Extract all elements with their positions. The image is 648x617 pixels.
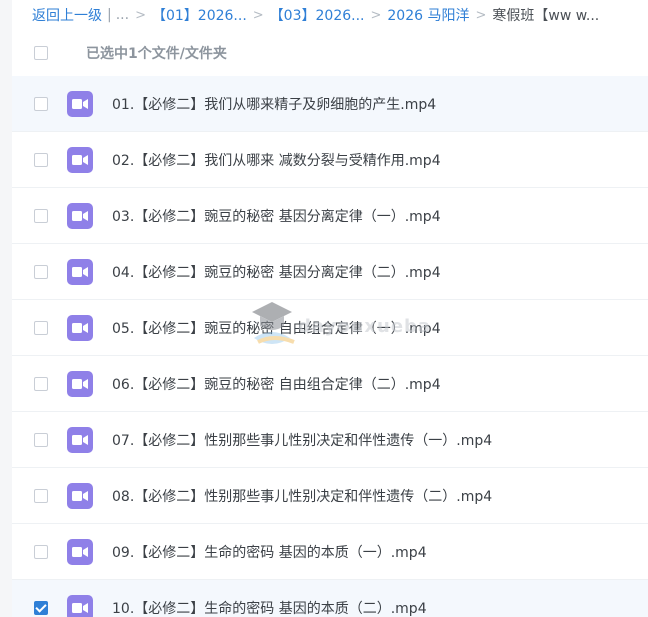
file-checkbox[interactable] xyxy=(34,488,48,503)
file-row[interactable]: 09.【必修二】生命的密码 基因的本质（一）.mp4 xyxy=(12,524,648,580)
back-link[interactable]: 返回上一级 xyxy=(32,5,102,25)
video-file-icon xyxy=(67,146,93,173)
file-checkbox[interactable] xyxy=(34,152,48,167)
file-name[interactable]: 06.【必修二】豌豆的秘密 自由组合定律（二）.mp4 xyxy=(112,374,441,394)
breadcrumb-current: 寒假班【ww w... xyxy=(492,8,600,24)
file-checkbox[interactable] xyxy=(34,432,48,447)
breadcrumb-bar: | xyxy=(107,7,112,23)
file-row[interactable]: 04.【必修二】豌豆的秘密 基因分离定律（二）.mp4 xyxy=(12,244,648,300)
file-name[interactable]: 10.【必修二】生命的密码 基因的本质（二）.mp4 xyxy=(112,598,427,617)
selection-bar: 已选中1个文件/文件夹 xyxy=(12,30,648,77)
file-checkbox[interactable] xyxy=(34,208,48,223)
file-checkbox[interactable] xyxy=(34,96,48,111)
breadcrumb-separator: > xyxy=(252,7,264,23)
video-file-icon xyxy=(67,538,93,565)
video-file-icon xyxy=(67,370,93,397)
file-checkbox[interactable] xyxy=(34,376,48,391)
file-row[interactable]: 07.【必修二】性别那些事儿性别决定和伴性遗传（一）.mp4 xyxy=(12,412,648,468)
video-file-icon xyxy=(67,426,93,453)
file-row[interactable]: 03.【必修二】豌豆的秘密 基因分离定律（一）.mp4 xyxy=(12,188,648,244)
file-row[interactable]: 08.【必修二】性别那些事儿性别决定和伴性遗传（二）.mp4 xyxy=(12,468,648,524)
file-row[interactable]: 01.【必修二】我们从哪来精子及卵细胞的产生.mp4 xyxy=(12,76,648,132)
file-name[interactable]: 02.【必修二】我们从哪来 减数分裂与受精作用.mp4 xyxy=(112,150,441,170)
file-name[interactable]: 09.【必修二】生命的密码 基因的本质（一）.mp4 xyxy=(112,542,427,562)
file-row[interactable]: 05.【必修二】豌豆的秘密 自由组合定律（一）.mp4 xyxy=(12,300,648,356)
file-row[interactable]: 02.【必修二】我们从哪来 减数分裂与受精作用.mp4 xyxy=(12,132,648,188)
video-file-icon xyxy=(67,482,93,509)
file-name[interactable]: 03.【必修二】豌豆的秘密 基因分离定律（一）.mp4 xyxy=(112,206,441,226)
video-file-icon xyxy=(67,202,93,229)
breadcrumb-ellipsis[interactable]: ... xyxy=(116,7,129,23)
breadcrumb-item-teacher[interactable]: 2026 马阳洋 xyxy=(387,5,469,25)
file-row[interactable]: 10.【必修二】生命的密码 基因的本质（二）.mp4 xyxy=(12,580,648,617)
breadcrumb-separator: > xyxy=(370,7,382,23)
file-checkbox[interactable] xyxy=(34,600,48,615)
video-file-icon xyxy=(67,90,93,117)
file-checkbox[interactable] xyxy=(34,320,48,335)
video-file-icon xyxy=(67,258,93,285)
video-file-icon xyxy=(67,314,93,341)
breadcrumb: 返回上一级 | ... > 【01】2026... > 【03】2026... … xyxy=(32,0,648,30)
video-file-icon xyxy=(67,594,93,617)
file-name[interactable]: 05.【必修二】豌豆的秘密 自由组合定律（一）.mp4 xyxy=(112,318,441,338)
file-name[interactable]: 07.【必修二】性别那些事儿性别决定和伴性遗传（一）.mp4 xyxy=(112,430,492,450)
selection-count-label: 已选中1个文件/文件夹 xyxy=(86,46,227,62)
breadcrumb-item-03[interactable]: 【03】2026... xyxy=(270,5,365,25)
breadcrumb-separator: > xyxy=(135,7,146,23)
file-name[interactable]: 04.【必修二】豌豆的秘密 基因分离定律（二）.mp4 xyxy=(112,262,441,282)
file-name[interactable]: 01.【必修二】我们从哪来精子及卵细胞的产生.mp4 xyxy=(112,94,436,114)
breadcrumb-item-01[interactable]: 【01】2026... xyxy=(152,5,247,25)
file-row[interactable]: 06.【必修二】豌豆的秘密 自由组合定律（二）.mp4 xyxy=(12,356,648,412)
file-name[interactable]: 08.【必修二】性别那些事儿性别决定和伴性遗传（二）.mp4 xyxy=(112,486,492,506)
breadcrumb-separator: > xyxy=(475,7,487,23)
file-browser-page: 返回上一级 | ... > 【01】2026... > 【03】2026... … xyxy=(0,0,648,617)
file-checkbox[interactable] xyxy=(34,544,48,559)
left-gutter xyxy=(0,0,12,617)
file-list: 01.【必修二】我们从哪来精子及卵细胞的产生.mp4 02.【必修二】我们从哪来 … xyxy=(12,76,648,617)
file-checkbox[interactable] xyxy=(34,264,48,279)
select-all-checkbox[interactable] xyxy=(34,46,48,60)
